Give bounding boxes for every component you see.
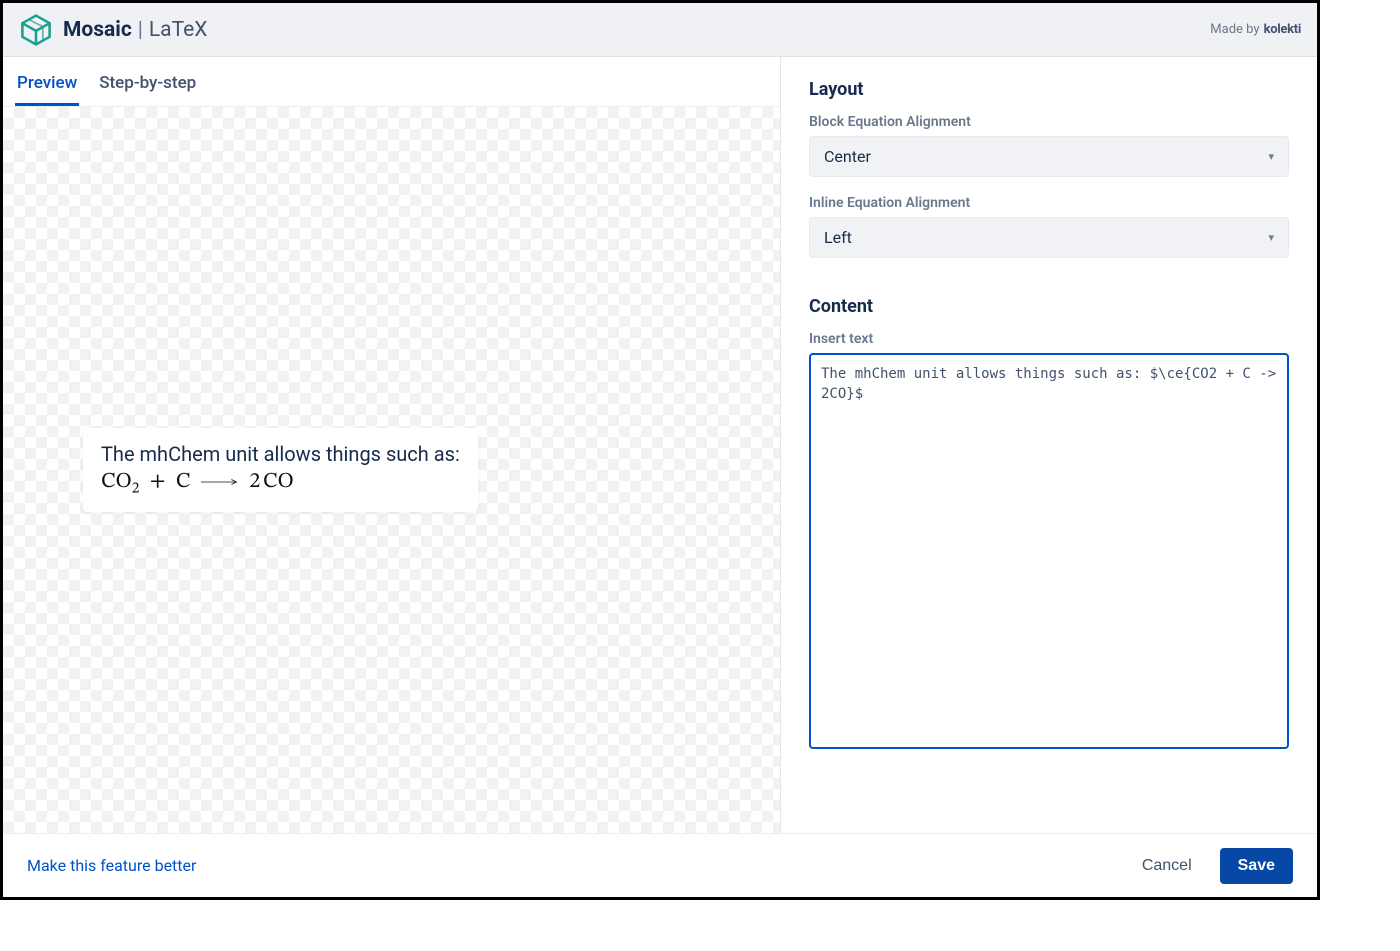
formula-co: CO xyxy=(101,471,132,493)
insert-text-label: Insert text xyxy=(809,331,1289,347)
app-name: Mosaic xyxy=(63,18,132,42)
inline-align-value: Left xyxy=(824,228,852,247)
block-align-label: Block Equation Alignment xyxy=(809,114,1289,130)
tabs: Preview Step-by-step xyxy=(3,57,780,107)
layout-section-title: Layout xyxy=(809,79,1289,100)
save-button[interactable]: Save xyxy=(1220,848,1293,884)
latex-input[interactable] xyxy=(809,353,1289,749)
preview-formula: CO2 + C 2 CO xyxy=(101,468,460,498)
made-by-prefix: Made by xyxy=(1210,22,1259,37)
preview-area: The mhChem unit allows things such as: C… xyxy=(3,107,780,833)
formula-sub2: 2 xyxy=(132,480,140,496)
mosaic-logo-icon xyxy=(19,13,53,47)
preview-text-line: The mhChem unit allows things such as: xyxy=(101,442,460,466)
module-name: LaTeX xyxy=(149,18,208,42)
footer: Make this feature better Cancel Save xyxy=(3,833,1317,897)
chevron-down-icon: ▾ xyxy=(1268,231,1274,244)
main-content: Preview Step-by-step The mhChem unit all… xyxy=(3,57,1317,833)
formula-co-2: CO xyxy=(263,471,294,493)
formula-plus: + xyxy=(150,471,166,493)
formula-c: C xyxy=(176,471,191,493)
inline-align-select[interactable]: Left ▾ xyxy=(809,217,1289,258)
chevron-down-icon: ▾ xyxy=(1268,150,1274,163)
feedback-link[interactable]: Make this feature better xyxy=(27,856,196,875)
footer-actions: Cancel Save xyxy=(1128,848,1293,884)
block-align-value: Center xyxy=(824,147,871,166)
tab-preview[interactable]: Preview xyxy=(15,65,79,106)
title-separator: | xyxy=(138,18,143,42)
vendor-name: kolekti xyxy=(1264,22,1301,37)
inline-align-label: Inline Equation Alignment xyxy=(809,195,1289,211)
block-align-select[interactable]: Center ▾ xyxy=(809,136,1289,177)
left-panel: Preview Step-by-step The mhChem unit all… xyxy=(3,57,781,833)
cancel-button[interactable]: Cancel xyxy=(1128,849,1206,883)
right-panel: Layout Block Equation Alignment Center ▾… xyxy=(781,57,1317,833)
content-section-title: Content xyxy=(809,296,1289,317)
made-by: Made by kolekti xyxy=(1210,22,1301,37)
tab-step-by-step[interactable]: Step-by-step xyxy=(97,65,198,106)
preview-card: The mhChem unit allows things such as: C… xyxy=(83,428,478,512)
app-title: Mosaic | LaTeX xyxy=(63,18,207,42)
app-header: Mosaic | LaTeX Made by kolekti xyxy=(3,3,1317,57)
header-left: Mosaic | LaTeX xyxy=(19,13,207,47)
arrow-icon xyxy=(201,477,239,487)
formula-two: 2 xyxy=(249,471,260,493)
